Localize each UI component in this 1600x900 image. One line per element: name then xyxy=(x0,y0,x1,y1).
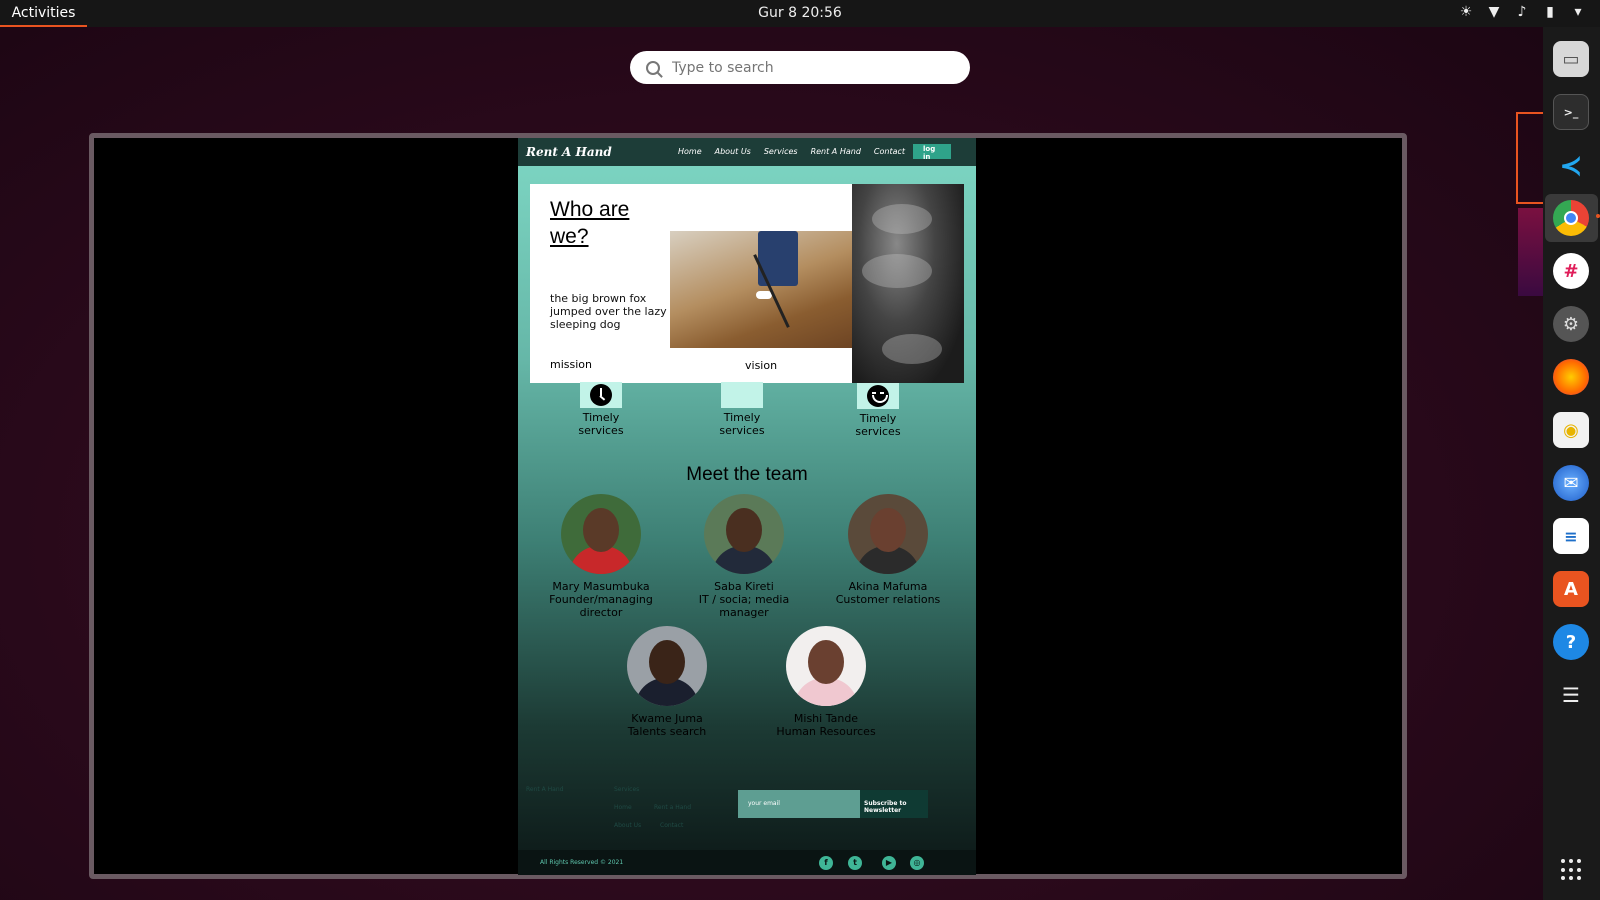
workspace-thumbnail-2[interactable] xyxy=(1518,208,1543,296)
files-icon[interactable]: ▭ xyxy=(1553,41,1589,77)
dock: ▭ >_ ≺ # ⚙ ◉ ✉ ≡ A ? ☰ xyxy=(1543,27,1600,900)
help-icon[interactable]: ? xyxy=(1553,624,1589,660)
avatar xyxy=(786,626,866,706)
feature-1: Timely services xyxy=(566,382,636,437)
thunderbird-icon[interactable]: ✉ xyxy=(1553,465,1589,501)
twitter-icon[interactable]: t xyxy=(848,856,862,870)
blank-icon xyxy=(721,382,763,408)
nav-rent[interactable]: Rent A Hand xyxy=(811,147,861,156)
avatar xyxy=(704,494,784,574)
show-apps-icon[interactable] xyxy=(1561,859,1583,881)
avatar xyxy=(848,494,928,574)
footer-brand: Rent A Hand xyxy=(526,786,564,793)
login-button[interactable]: log in xyxy=(913,144,951,161)
clock[interactable]: Gur 8 20:56 xyxy=(758,5,842,21)
instagram-icon[interactable]: ◎ xyxy=(910,856,924,870)
rhythmbox-icon[interactable]: ◉ xyxy=(1553,412,1589,448)
clock-icon xyxy=(590,384,612,406)
firefox-icon[interactable] xyxy=(1553,359,1589,395)
wifi-icon[interactable]: ▼ xyxy=(1486,4,1502,20)
youtube-icon[interactable]: ▶ xyxy=(882,856,896,870)
volume-icon[interactable]: ♪ xyxy=(1514,4,1530,20)
footer-link[interactable]: About Us xyxy=(614,822,641,829)
team-member: Akina Mafuma Customer relations xyxy=(828,494,948,606)
battery-icon[interactable]: ▮ xyxy=(1542,4,1558,20)
footer-link[interactable]: Home xyxy=(614,804,632,811)
feature-label: Timely services xyxy=(855,412,901,438)
team-member: Mary Masumbuka Founder/managing director xyxy=(541,494,661,619)
search-input[interactable] xyxy=(672,59,952,76)
footer-link[interactable]: Services xyxy=(614,786,639,793)
member-role: Human Resources xyxy=(776,725,876,738)
feature-2: Timely services xyxy=(707,382,777,437)
hero-section: Who are we? the big brown fox jumped ove… xyxy=(530,184,964,383)
member-name: Akina Mafuma xyxy=(848,580,928,593)
settings-icon[interactable]: ⚙ xyxy=(1553,306,1589,342)
top-bar: Activities Gur 8 20:56 ☀ ▼ ♪ ▮ ▾ xyxy=(0,0,1600,27)
copyright-text: All Rights Reserved © 2021 xyxy=(540,859,624,866)
team-title: Meet the team xyxy=(686,464,808,485)
nav-about[interactable]: About Us xyxy=(715,147,751,156)
facebook-icon[interactable]: f xyxy=(819,856,833,870)
member-role: Founder/managing director xyxy=(549,593,653,619)
site-nav: Rent A Hand Home About Us Services Rent … xyxy=(518,138,976,166)
workspace-thumbnail[interactable] xyxy=(1516,112,1543,204)
team-member: Mishi Tande Human Resources xyxy=(766,626,886,738)
search-bar[interactable] xyxy=(630,51,970,84)
software-icon[interactable]: A xyxy=(1553,571,1589,607)
chevron-down-icon[interactable]: ▾ xyxy=(1570,4,1586,20)
newsletter-form: your email Subscribe to Newsletter xyxy=(738,790,928,818)
vision-label: vision xyxy=(745,359,778,372)
avatar xyxy=(561,494,641,574)
terminal-icon[interactable]: >_ xyxy=(1553,94,1589,130)
team-member: Saba Kireti IT / socia; media manager xyxy=(684,494,804,619)
member-name: Mary Masumbuka xyxy=(552,580,650,593)
member-name: Mishi Tande xyxy=(793,712,859,725)
running-indicator xyxy=(1596,214,1600,218)
activities-button[interactable]: Activities xyxy=(0,0,87,27)
subscribe-button[interactable]: Subscribe to Newsletter xyxy=(860,790,928,818)
smile-icon xyxy=(867,385,889,407)
avatar xyxy=(627,626,707,706)
member-role: Customer relations xyxy=(835,593,941,606)
vacuum-photo xyxy=(670,231,863,348)
chrome-icon[interactable] xyxy=(1553,200,1589,236)
hero-tagline: the big brown fox jumped over the lazy s… xyxy=(550,292,667,331)
member-name: Kwame Juma xyxy=(631,712,703,725)
brightness-icon[interactable]: ☀ xyxy=(1458,4,1474,20)
member-name: Saba Kireti xyxy=(714,580,774,593)
member-role: Talents search xyxy=(627,725,707,738)
email-field[interactable]: your email xyxy=(738,790,860,818)
member-role: IT / socia; media manager xyxy=(698,593,790,619)
team-member: Kwame Juma Talents search xyxy=(607,626,727,738)
tweaks-icon[interactable]: ☰ xyxy=(1553,677,1589,713)
site-brand[interactable]: Rent A Hand xyxy=(526,145,612,159)
nav-contact[interactable]: Contact xyxy=(874,147,905,156)
hero-title: Who are we? xyxy=(550,198,630,248)
nav-home[interactable]: Home xyxy=(678,147,702,156)
mission-label: mission xyxy=(550,358,592,371)
feature-3: Timely services xyxy=(843,383,913,438)
hands-photo xyxy=(852,184,964,383)
vscode-icon[interactable]: ≺ xyxy=(1553,147,1589,183)
footer-link[interactable]: Contact xyxy=(660,822,683,829)
footer-link[interactable]: Rent a Hand xyxy=(654,804,691,811)
search-icon xyxy=(646,60,660,75)
system-tray[interactable]: ☀ ▼ ♪ ▮ ▾ xyxy=(1458,4,1586,20)
website-preview[interactable]: Rent A Hand Home About Us Services Rent … xyxy=(518,138,976,875)
feature-label: Timely services xyxy=(719,411,765,437)
writer-icon[interactable]: ≡ xyxy=(1553,518,1589,554)
site-footer-bar: All Rights Reserved © 2021 f t ▶ ◎ xyxy=(518,850,976,875)
feature-label: Timely services xyxy=(578,411,624,437)
nav-services[interactable]: Services xyxy=(764,147,798,156)
slack-icon[interactable]: # xyxy=(1553,253,1589,289)
